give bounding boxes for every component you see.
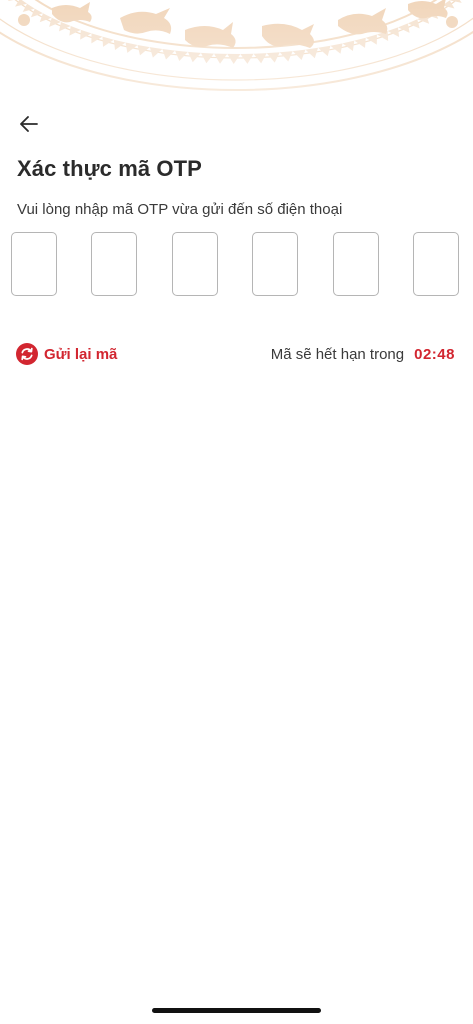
resend-code-button[interactable]: Gửi lại mã	[16, 342, 117, 366]
otp-digit-input-2[interactable]	[91, 232, 137, 296]
otp-screen: Xác thực mã OTP Vui lòng nhập mã OTP vừa…	[0, 0, 473, 1024]
refresh-icon	[16, 343, 38, 365]
otp-expiry: Mã sẽ hết hạn trong 02:48	[271, 343, 455, 365]
otp-digit-input-6[interactable]	[413, 232, 459, 296]
header-drum-pattern	[0, 0, 473, 150]
page-title: Xác thực mã OTP	[17, 156, 202, 181]
otp-instruction: Vui lòng nhập mã OTP vừa gửi đến số điện…	[17, 201, 343, 218]
otp-digit-input-1[interactable]	[11, 232, 57, 296]
otp-digit-input-4[interactable]	[252, 232, 298, 296]
drum-pattern-graphic	[0, 0, 473, 150]
expiry-label: Mã sẽ hết hạn trong	[270, 345, 405, 363]
otp-digit-input-5[interactable]	[333, 232, 379, 296]
home-indicator[interactable]	[152, 1008, 321, 1013]
otp-input-group	[11, 232, 462, 298]
resend-code-label: Gửi lại mã	[44, 345, 118, 363]
otp-digit-input-3[interactable]	[172, 232, 218, 296]
expiry-countdown: 02:48	[414, 345, 455, 363]
back-button[interactable]	[14, 110, 44, 138]
arrow-left-icon	[20, 116, 38, 132]
